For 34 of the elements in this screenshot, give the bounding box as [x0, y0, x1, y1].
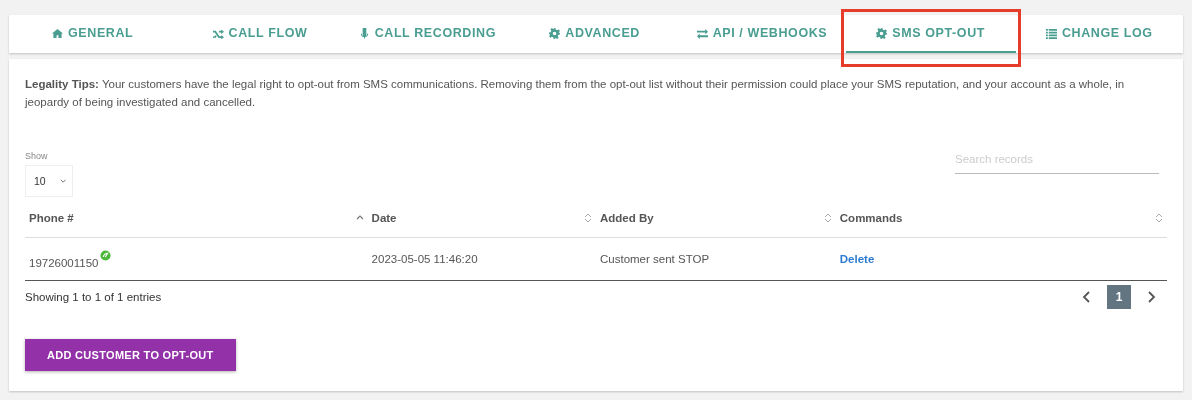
phone-number: 19726001150: [29, 256, 99, 269]
show-label: Show: [25, 151, 49, 161]
tab[interactable]: GENERAL: [46, 15, 140, 53]
column-header[interactable]: Phone #: [29, 212, 74, 224]
entries-info: Showing 1 to 1 of 1 entries: [25, 291, 162, 303]
column-header[interactable]: Commands: [839, 212, 903, 224]
sort-icon[interactable]: [584, 213, 592, 223]
list-icon: [1045, 27, 1057, 39]
sort-icon[interactable]: [1155, 213, 1163, 223]
chevron-down-icon: [59, 177, 66, 185]
home-icon: [52, 27, 63, 39]
table-cell: Customer sent STOP: [596, 237, 836, 281]
page-button[interactable]: 1: [1107, 285, 1131, 309]
shuffle-icon: [212, 27, 224, 39]
page-size-select[interactable]: 10: [25, 165, 73, 197]
gear-icon: [876, 27, 888, 39]
tab[interactable]: API / WEBHOOKS: [690, 15, 834, 53]
table-cell: 2023-05-05 11:46:20: [367, 237, 596, 281]
column-header[interactable]: Date: [371, 212, 397, 224]
tab[interactable]: ADVANCED: [543, 15, 646, 53]
status-badge-icon: [99, 249, 111, 261]
next-page-button[interactable]: [1145, 290, 1157, 304]
delete-link[interactable]: Delete: [839, 253, 875, 265]
tab[interactable]: SMS OPT-OUT: [845, 15, 1016, 53]
sort-icon[interactable]: [823, 213, 832, 223]
tab[interactable]: CALL RECORDING: [352, 15, 502, 53]
legality-tip: Legality Tips: Your customers have the legal right to opt-out from SMS communications. Removing them from the opt-out list without their permission could place your SMS reputation, and your account as a whole, in jeopardy of being investigated and cancelled.: [25, 77, 1126, 110]
gear-icon: [549, 27, 561, 39]
tab[interactable]: CALL FLOW: [206, 15, 314, 53]
add-customer-button[interactable]: ADD CUSTOMER TO OPT-OUT: [25, 339, 236, 371]
column-header[interactable]: Added By: [600, 212, 654, 224]
tab[interactable]: CHANGE LOG: [1039, 15, 1159, 53]
arrows-icon: [696, 27, 708, 39]
previous-page-button[interactable]: [1081, 290, 1093, 304]
